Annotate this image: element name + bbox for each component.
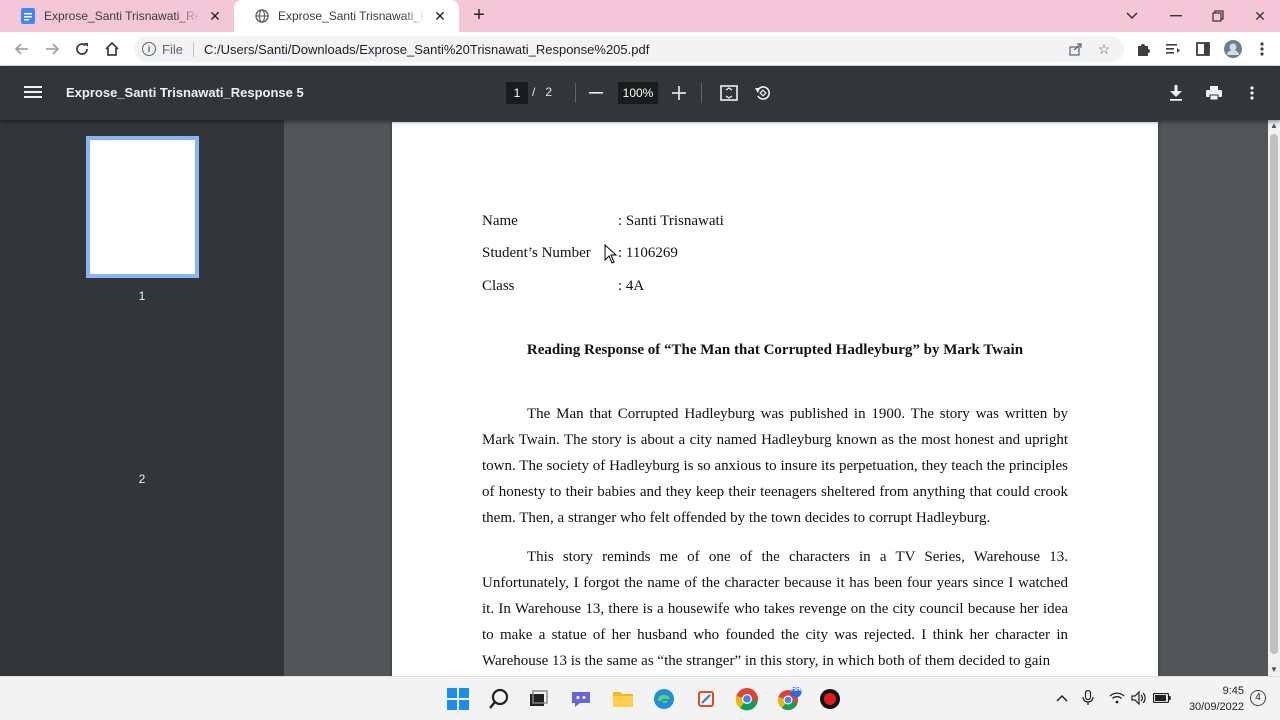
chrome-icon[interactable] bbox=[733, 685, 761, 713]
field-label: Class bbox=[482, 278, 515, 294]
pdf-page: Name : Santi Trisnawati Student’s Number… bbox=[392, 122, 1158, 676]
globe-icon bbox=[254, 8, 270, 24]
scroll-down-icon[interactable]: ▼ bbox=[1268, 664, 1280, 676]
minimize-icon[interactable] bbox=[1156, 0, 1196, 32]
print-icon[interactable] bbox=[1202, 81, 1226, 105]
pdf-toolbar: Exprose_Santi Trisnawati_Response 5 1 / … bbox=[0, 66, 1280, 120]
wifi-icon[interactable] bbox=[1108, 689, 1126, 707]
download-icon[interactable] bbox=[1164, 81, 1188, 105]
tab-strip: Exprose_Santi Trisnawati_Response 5 - Go… bbox=[0, 0, 1280, 32]
task-view-icon[interactable] bbox=[524, 685, 552, 713]
reading-list-icon[interactable] bbox=[1161, 37, 1185, 61]
field-value: : Santi Trisnawati bbox=[618, 213, 724, 229]
docs-icon bbox=[20, 8, 36, 24]
more-options-icon[interactable] bbox=[1240, 81, 1264, 105]
zoom-level[interactable]: 100% bbox=[618, 82, 658, 104]
clock-date: 30/09/2022 bbox=[1188, 701, 1244, 713]
url-text[interactable]: C:/Users/Santi/Downloads/Exprose_Santi%2… bbox=[204, 42, 649, 57]
close-icon[interactable]: ✕ bbox=[206, 7, 224, 25]
address-bar[interactable]: i File C:/Users/Santi/Downloads/Exprose_… bbox=[134, 36, 1124, 62]
document-heading: Reading Response of “The Man that Corrup… bbox=[526, 342, 1024, 358]
chrome-profile-icon[interactable]: HR bbox=[775, 685, 803, 713]
new-tab-button[interactable]: + bbox=[468, 5, 490, 26]
zoom-in-icon[interactable] bbox=[667, 81, 691, 105]
mouse-cursor-icon bbox=[604, 243, 618, 264]
system-clock[interactable]: 9:45 30/09/2022 bbox=[1178, 683, 1244, 715]
thumbnail-sidebar: 1 2 bbox=[0, 120, 284, 676]
clock-time: 9:45 bbox=[1222, 685, 1244, 697]
share-icon[interactable] bbox=[1068, 41, 1084, 57]
page-number-input[interactable]: 1 bbox=[506, 82, 528, 104]
thumbnail-number[interactable]: 2 bbox=[0, 472, 284, 486]
field-label: Student’s Number bbox=[482, 245, 591, 261]
field-label: Name bbox=[482, 213, 518, 229]
extensions-icon[interactable] bbox=[1131, 37, 1155, 61]
search-icon[interactable] bbox=[485, 685, 513, 713]
browser-toolbar: i File C:/Users/Santi/Downloads/Exprose_… bbox=[0, 32, 1280, 66]
url-scheme: File bbox=[162, 41, 194, 57]
hr-badge: HR bbox=[791, 686, 802, 693]
file-explorer-icon[interactable] bbox=[609, 685, 637, 713]
back-icon[interactable] bbox=[10, 37, 34, 61]
field-value: : 4A bbox=[618, 278, 645, 294]
divider bbox=[575, 83, 576, 103]
battery-icon[interactable] bbox=[1153, 689, 1171, 707]
pdf-title: Exprose_Santi Trisnawati_Response 5 bbox=[66, 85, 304, 100]
close-window-icon[interactable]: ✕ bbox=[1240, 0, 1280, 32]
scroll-up-icon[interactable]: ▲ bbox=[1268, 120, 1280, 132]
field-value: : 1106269 bbox=[618, 245, 678, 261]
snipping-tool-icon[interactable] bbox=[692, 685, 720, 713]
info-icon[interactable]: i bbox=[142, 42, 156, 56]
reload-icon[interactable] bbox=[70, 37, 94, 61]
page-count: / 2 bbox=[532, 85, 553, 99]
start-icon[interactable] bbox=[444, 685, 472, 713]
tab-google-docs[interactable]: Exprose_Santi Trisnawati_Response 5 - Go… bbox=[0, 0, 234, 32]
chat-icon[interactable] bbox=[567, 685, 595, 713]
side-panel-icon[interactable] bbox=[1191, 37, 1215, 61]
home-icon[interactable] bbox=[100, 37, 124, 61]
bookmark-star-icon[interactable]: ☆ bbox=[1096, 41, 1112, 57]
tab-pdf[interactable]: Exprose_Santi Trisnawati_Response 5.pdf … bbox=[234, 0, 459, 32]
tab-label: Exprose_Santi Trisnawati_Response 5 - Go… bbox=[44, 9, 200, 23]
scrollbar-thumb[interactable] bbox=[1270, 134, 1278, 654]
paragraph: This story reminds me of one of the char… bbox=[482, 549, 1068, 669]
edge-icon[interactable] bbox=[650, 685, 678, 713]
hamburger-menu-icon[interactable] bbox=[22, 83, 44, 103]
thumbnail-number: 1 bbox=[138, 289, 146, 303]
tab-search-icon[interactable] bbox=[1112, 0, 1152, 32]
browser-menu-icon[interactable] bbox=[1250, 37, 1274, 61]
microphone-icon[interactable] bbox=[1079, 689, 1097, 707]
divider bbox=[701, 83, 702, 103]
record-icon[interactable] bbox=[816, 685, 844, 713]
page-thumbnail-1[interactable] bbox=[86, 136, 199, 278]
fit-page-icon[interactable] bbox=[717, 81, 741, 105]
zoom-out-icon[interactable] bbox=[584, 81, 608, 105]
close-icon[interactable]: ✕ bbox=[431, 7, 449, 25]
volume-icon[interactable] bbox=[1130, 689, 1148, 707]
profile-avatar[interactable] bbox=[1221, 37, 1245, 61]
windows-taskbar: HR 9:45 30/09/2022 4 bbox=[0, 676, 1280, 720]
restore-icon[interactable] bbox=[1198, 0, 1238, 32]
chevron-up-icon[interactable] bbox=[1053, 689, 1071, 707]
forward-icon[interactable] bbox=[40, 37, 64, 61]
document-viewport[interactable]: Name : Santi Trisnawati Student’s Number… bbox=[284, 120, 1268, 676]
vertical-scrollbar[interactable]: ▲ ▼ bbox=[1268, 120, 1280, 676]
paragraph: The Man that Corrupted Hadleyburg was pu… bbox=[482, 406, 1068, 526]
rotate-icon[interactable] bbox=[751, 81, 775, 105]
tab-label: Exprose_Santi Trisnawati_Response 5.pdf bbox=[278, 9, 425, 23]
notification-badge[interactable]: 4 bbox=[1250, 690, 1266, 706]
